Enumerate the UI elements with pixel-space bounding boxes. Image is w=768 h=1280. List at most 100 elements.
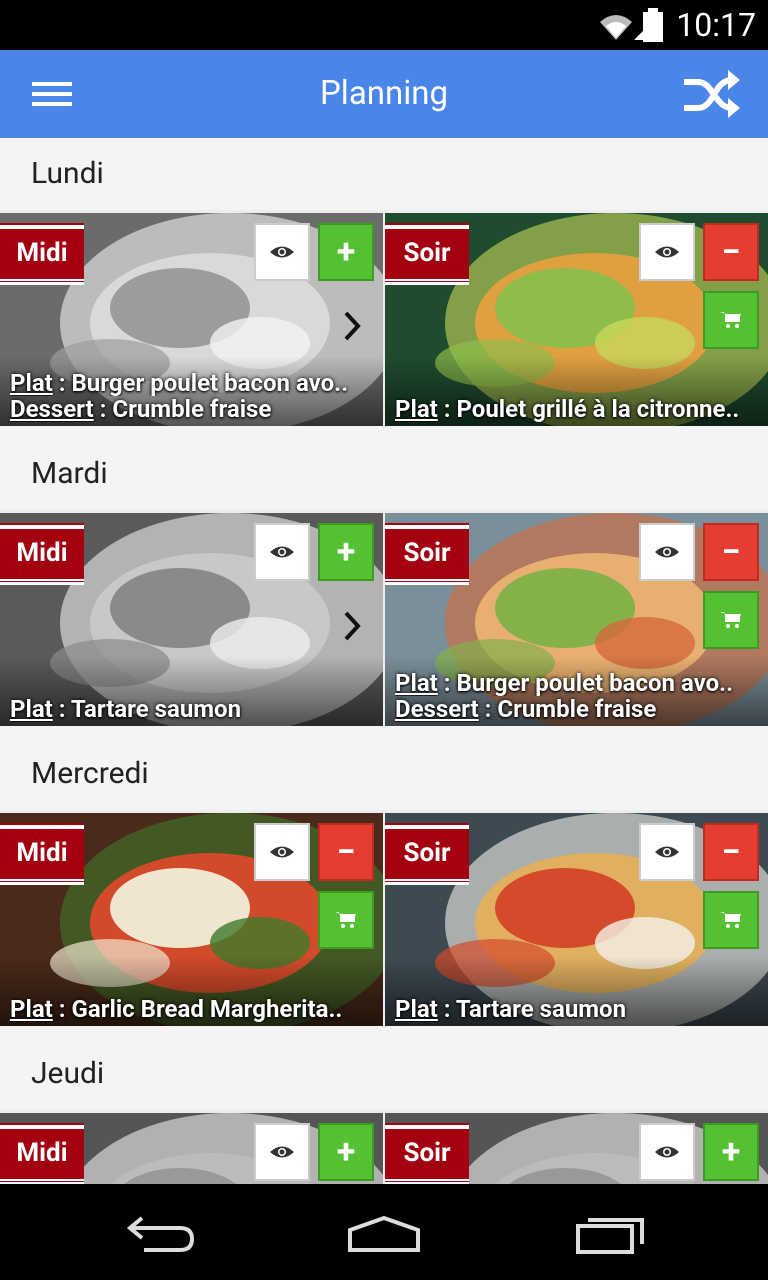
course-kind: Plat	[10, 696, 53, 722]
eye-icon	[270, 246, 294, 258]
shuffle-icon[interactable]	[680, 68, 742, 120]
meal-slot-badge: Soir	[385, 523, 469, 585]
meal-card-midi[interactable]: Midi + Plat : Burger poulet bacon avo.. Des…	[0, 213, 383, 426]
wifi-icon	[600, 15, 632, 40]
course-name: : Burger poulet bacon avo..	[52, 370, 349, 396]
view-button[interactable]	[254, 223, 310, 281]
home-icon[interactable]	[348, 1214, 420, 1254]
view-button[interactable]	[639, 523, 695, 581]
eye-icon	[655, 846, 679, 858]
caption-line: Plat : Burger poulet bacon avo..	[395, 670, 762, 696]
meal-caption: Plat : Burger poulet bacon avo.. Dessert …	[395, 670, 762, 722]
meal-slot-badge: Midi	[0, 823, 84, 885]
cart-icon	[720, 912, 741, 928]
day-row: Midi + Soir +	[0, 1110, 768, 1184]
eye-icon	[655, 1146, 679, 1158]
meal-caption: Plat : Burger poulet bacon avo.. Dessert …	[10, 370, 377, 422]
cart-icon	[720, 312, 741, 328]
course-kind: Plat	[10, 370, 53, 396]
row-spacer	[0, 1026, 768, 1038]
day-header: Mardi	[0, 438, 768, 510]
navigation-bar	[0, 1184, 768, 1280]
view-button[interactable]	[639, 223, 695, 281]
course-kind: Dessert	[395, 696, 479, 722]
caption-line: Plat : Poulet grillé à la citronne..	[395, 396, 762, 422]
view-button[interactable]	[639, 823, 695, 881]
remove-button[interactable]: −	[318, 823, 374, 881]
cart-button[interactable]	[703, 591, 759, 649]
meal-caption: Plat : Poulet grillé à la citronne..	[395, 396, 762, 422]
clock: 10:17	[676, 6, 756, 44]
chevron-right-icon[interactable]	[340, 309, 364, 343]
add-button[interactable]: +	[703, 1123, 759, 1181]
course-kind: Dessert	[10, 396, 94, 422]
cart-icon	[720, 612, 741, 628]
back-icon[interactable]	[124, 1214, 196, 1254]
meal-card-soir[interactable]: Soir − Plat : Tartare saumon	[385, 813, 768, 1026]
meal-slot-badge: Soir	[385, 823, 469, 885]
row-spacer	[0, 726, 768, 738]
eye-icon	[270, 1146, 294, 1158]
caption-line: Plat : Tartare saumon	[395, 996, 762, 1022]
cart-button[interactable]	[703, 291, 759, 349]
day-row: Midi + Plat : Burger poulet bacon avo.. Des…	[0, 210, 768, 426]
meal-slot-badge: Midi	[0, 223, 84, 285]
recent-apps-icon[interactable]	[576, 1214, 648, 1254]
course-name: : Poulet grillé à la citronne..	[437, 396, 740, 422]
meal-card-soir[interactable]: Soir − Plat : Burger poulet bacon avo.. Des…	[385, 513, 768, 726]
app-bar: Planning	[0, 50, 768, 138]
meal-slot-badge: Midi	[0, 1123, 84, 1184]
meal-caption: Plat : Garlic Bread Margherita..	[10, 996, 377, 1022]
status-bar: 10:17	[0, 0, 768, 50]
add-button[interactable]: +	[318, 223, 374, 281]
course-kind: Plat	[395, 996, 438, 1022]
course-name: : Crumble fraise	[93, 396, 272, 422]
view-button[interactable]	[254, 1123, 310, 1181]
caption-line: Dessert : Crumble fraise	[395, 696, 762, 722]
meal-caption: Plat : Tartare saumon	[10, 696, 377, 722]
caption-line: Plat : Tartare saumon	[10, 696, 377, 722]
meal-slot-badge: Midi	[0, 523, 84, 585]
meal-card-soir[interactable]: Soir − Plat : Poulet grillé à la citronne.…	[385, 213, 768, 426]
meal-caption: Plat : Tartare saumon	[395, 996, 762, 1022]
cart-button[interactable]	[318, 891, 374, 949]
add-button[interactable]: +	[318, 523, 374, 581]
remove-button[interactable]: −	[703, 223, 759, 281]
row-spacer	[0, 426, 768, 438]
meal-card-soir[interactable]: Soir +	[385, 1113, 768, 1184]
chevron-right-icon[interactable]	[340, 609, 364, 643]
course-name: : Crumble fraise	[478, 696, 657, 722]
day-header: Jeudi	[0, 1038, 768, 1110]
day-row: Midi + Plat : Tartare saumon Soir − Plat : Bu…	[0, 510, 768, 726]
day-header: Mercredi	[0, 738, 768, 810]
remove-button[interactable]: −	[703, 523, 759, 581]
day-header: Lundi	[0, 138, 768, 210]
view-button[interactable]	[254, 823, 310, 881]
course-name: : Tartare saumon	[52, 696, 242, 722]
caption-line: Dessert : Crumble fraise	[10, 396, 377, 422]
view-button[interactable]	[254, 523, 310, 581]
course-kind: Plat	[395, 670, 438, 696]
eye-icon	[270, 846, 294, 858]
remove-button[interactable]: −	[703, 823, 759, 881]
battery-icon	[643, 8, 663, 42]
eye-icon	[270, 546, 294, 558]
view-button[interactable]	[639, 1123, 695, 1181]
planning-list[interactable]: Lundi Midi + Plat : Burger poulet bacon avo…	[0, 138, 768, 1184]
meal-card-midi[interactable]: Midi + Plat : Tartare saumon	[0, 513, 383, 726]
course-name: : Burger poulet bacon avo..	[437, 670, 734, 696]
eye-icon	[655, 546, 679, 558]
meal-card-midi[interactable]: Midi +	[0, 1113, 383, 1184]
meal-slot-badge: Soir	[385, 1123, 469, 1184]
course-kind: Plat	[10, 996, 53, 1022]
meal-slot-badge: Soir	[385, 223, 469, 285]
caption-line: Plat : Garlic Bread Margherita..	[10, 996, 377, 1022]
course-kind: Plat	[395, 396, 438, 422]
cart-button[interactable]	[703, 891, 759, 949]
caption-line: Plat : Burger poulet bacon avo..	[10, 370, 377, 396]
page-title: Planning	[319, 74, 449, 113]
day-row: Midi − Plat : Garlic Bread Margherita.. Soi…	[0, 810, 768, 1026]
meal-card-midi[interactable]: Midi − Plat : Garlic Bread Margherita..	[0, 813, 383, 1026]
add-button[interactable]: +	[318, 1123, 374, 1181]
eye-icon	[655, 246, 679, 258]
